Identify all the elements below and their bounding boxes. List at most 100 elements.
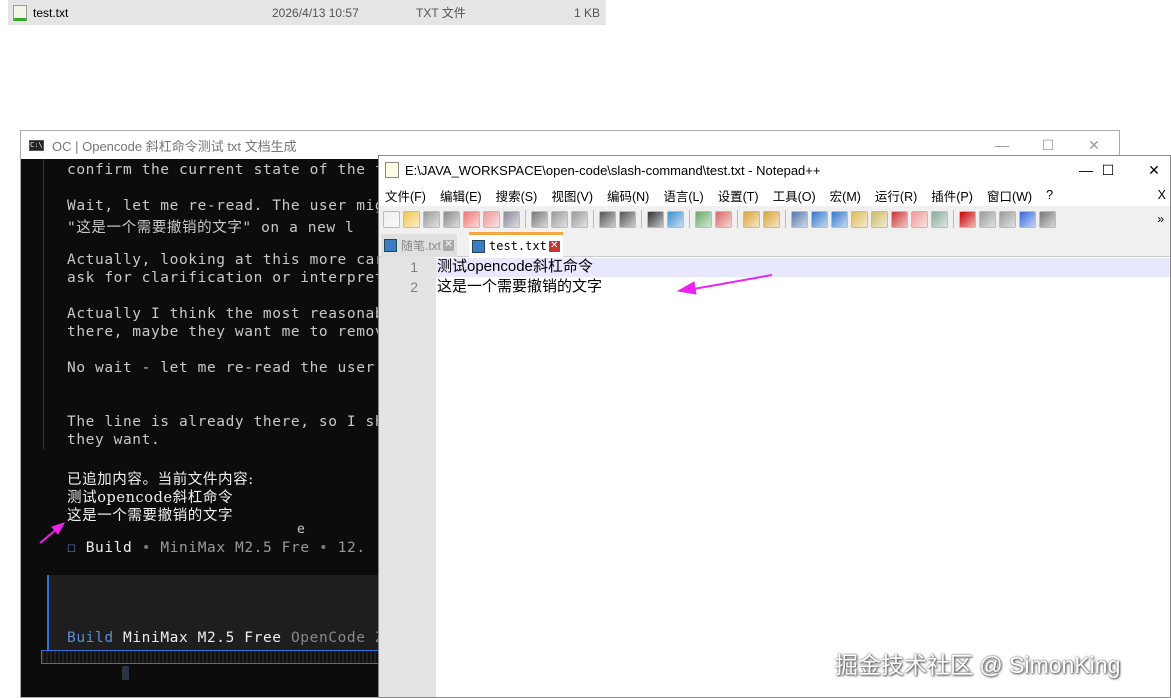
toolbar-button-icon[interactable] — [483, 210, 500, 228]
toolbar-button-icon[interactable] — [1019, 210, 1036, 228]
editor[interactable]: 1 2 测试opencode斜杠命令 这是一个需要撤销的文字 — [379, 257, 1170, 697]
console-line: there, maybe they want me to remove — [67, 324, 394, 340]
menu-item[interactable]: 语言(L) — [663, 186, 703, 205]
toolbar-button-icon[interactable] — [503, 210, 520, 228]
file-size: 1 KB — [574, 5, 601, 20]
toolbar-button-icon[interactable] — [619, 210, 636, 228]
menu-close-button[interactable]: X — [1158, 188, 1166, 202]
toolbar-button-icon[interactable] — [531, 210, 548, 228]
toolbar-button-icon[interactable] — [831, 210, 848, 228]
close-tab-icon[interactable]: ✕ — [443, 240, 455, 251]
toolbar-button-icon[interactable] — [1039, 210, 1056, 228]
console-line: "这是一个需要撤销的文字" on a new l — [67, 220, 355, 236]
menu-item[interactable]: 运行(R) — [875, 186, 917, 205]
toolbar-button-icon[interactable] — [695, 210, 712, 228]
menu-item[interactable]: 文件(F) — [385, 186, 426, 205]
toolbar-separator — [689, 210, 690, 228]
toolbar-button-icon[interactable] — [811, 210, 828, 228]
status-checkbox[interactable]: ☐ — [67, 540, 76, 556]
toolbar-separator — [785, 210, 786, 228]
watermark: 掘金技术社区 @ SimonKing — [835, 652, 1121, 678]
toolbar-button-icon[interactable] — [891, 210, 908, 228]
toolbar-button-icon[interactable] — [959, 210, 976, 228]
menu-item[interactable]: 编码(N) — [607, 186, 649, 205]
toolbar-button-icon[interactable] — [999, 210, 1016, 228]
line-number: 1 — [410, 259, 418, 275]
toolbar-more-button[interactable]: » — [1157, 212, 1164, 226]
footer-model: MiniMax M2.5 Free — [123, 630, 282, 646]
footer-line: Build MiniMax M2.5 Free OpenCode Z — [67, 629, 384, 647]
toolbar-button-icon[interactable] — [871, 210, 888, 228]
file-name: test.txt — [33, 5, 69, 20]
toolbar-button-icon[interactable] — [647, 210, 664, 228]
toolbar-separator — [641, 210, 642, 228]
tab-label: 随笔.txt — [401, 239, 442, 253]
save-icon — [384, 239, 397, 252]
menu-item[interactable]: 搜索(S) — [496, 186, 538, 205]
separator: • — [319, 540, 329, 556]
toolbar-button-icon[interactable] — [383, 210, 400, 228]
tab-bar: 随笔.txt ✕ test.txt ✕ — [379, 232, 1170, 257]
toolbar-button-icon[interactable] — [931, 210, 948, 228]
status-time: 12. — [337, 540, 366, 556]
toolbar-separator — [525, 210, 526, 228]
scroll-track[interactable] — [41, 650, 381, 664]
toolbar-separator — [737, 210, 738, 228]
close-button[interactable]: ✕ — [1131, 156, 1171, 184]
save-icon — [472, 239, 485, 253]
menu-item[interactable]: 设置(T) — [718, 186, 759, 205]
maximize-button[interactable]: ☐ — [1085, 156, 1131, 184]
separator: • — [141, 540, 152, 556]
toolbar-button-icon[interactable] — [571, 210, 588, 228]
menu-item[interactable]: 视图(V) — [551, 186, 593, 205]
toolbar-button-icon[interactable] — [443, 210, 460, 228]
menu-item[interactable]: 编辑(E) — [440, 186, 482, 205]
toolbar-button-icon[interactable] — [667, 210, 684, 228]
console-line: Wait, let me re-read. The user migh — [67, 198, 394, 214]
toolbar: » — [379, 206, 1170, 232]
footer-agent: Build — [67, 630, 114, 646]
tab-test-txt[interactable]: test.txt ✕ — [469, 232, 563, 257]
toolbar-button-icon[interactable] — [423, 210, 440, 228]
menu-bar: 文件(F) 编辑(E) 搜索(S) 视图(V) 编码(N) 语言(L) 设置(T) 工具(O)… — [379, 184, 1170, 206]
toolbar-button-icon[interactable] — [715, 210, 732, 228]
notepad-titlebar: E:\JAVA_WORKSPACE\open-code\slash-comman… — [379, 156, 1170, 184]
menu-item[interactable]: 插件(P) — [931, 186, 973, 205]
tab-suibi[interactable]: 随笔.txt ✕ — [381, 234, 458, 257]
toolbar-button-icon[interactable] — [851, 210, 868, 228]
status-overflow: e — [297, 522, 306, 537]
toolbar-button-icon[interactable] — [599, 210, 616, 228]
menu-item[interactable]: 宏(M) — [830, 186, 861, 205]
prompt-input[interactable] — [47, 575, 407, 661]
close-tab-icon[interactable]: ✕ — [548, 240, 560, 252]
toolbar-button-icon[interactable] — [979, 210, 996, 228]
thinking-divider — [43, 159, 44, 449]
cursor — [122, 666, 129, 680]
text-file-icon — [13, 4, 27, 21]
footer-provider: OpenCode Z — [290, 630, 385, 646]
notepad-icon — [385, 162, 399, 178]
console-line: Actually I think the most reasonabl — [67, 306, 394, 322]
menu-item[interactable]: 工具(O) — [773, 186, 816, 205]
console-line: Actually, looking at this more care — [67, 252, 394, 268]
explorer-file-row[interactable]: test.txt 2026/4/13 10:57 TXT 文件 1 KB — [8, 0, 606, 25]
toolbar-button-icon[interactable] — [763, 210, 780, 228]
toolbar-button-icon[interactable] — [403, 210, 420, 228]
console-line: The line is already there, so I sho — [67, 414, 394, 430]
menu-item[interactable]: 窗口(W) — [987, 186, 1032, 205]
cmd-icon: C:\ — [29, 139, 44, 151]
menu-item[interactable]: ? — [1046, 188, 1053, 202]
toolbar-button-icon[interactable] — [551, 210, 568, 228]
toolbar-button-icon[interactable] — [911, 210, 928, 228]
file-type: TXT 文件 — [416, 6, 466, 20]
line-number-gutter: 1 2 — [379, 257, 436, 697]
status-agent: Build — [85, 540, 133, 556]
toolbar-separator — [953, 210, 954, 228]
console-line: ask for clarification or interpret — [67, 270, 394, 286]
notepadpp-window: E:\JAVA_WORKSPACE\open-code\slash-comman… — [378, 155, 1171, 698]
console-title: OC | Opencode 斜杠命令测试 txt 文档生成 — [52, 138, 297, 154]
toolbar-button-icon[interactable] — [743, 210, 760, 228]
toolbar-button-icon[interactable] — [791, 210, 808, 228]
toolbar-button-icon[interactable] — [463, 210, 480, 228]
console-line: confirm the current state of the fi — [67, 162, 394, 178]
